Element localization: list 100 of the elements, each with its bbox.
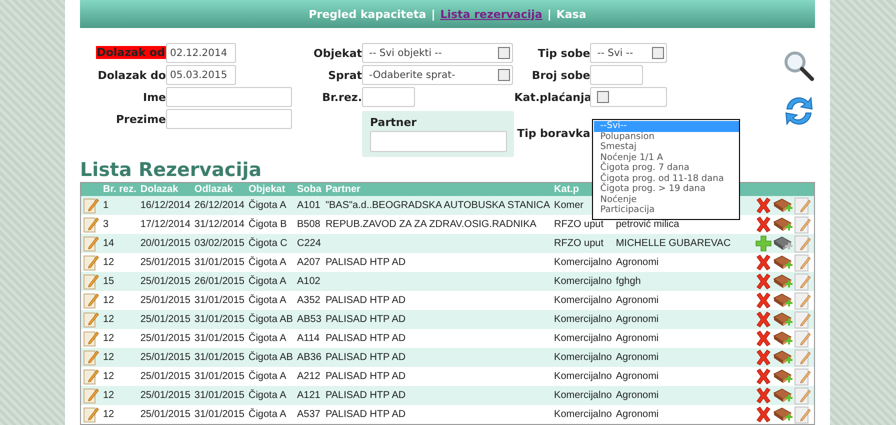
column-header: Soba [294,182,324,196]
table-cell: A101 [296,200,320,211]
edit-note-icon[interactable] [83,254,99,271]
delete-icon[interactable] [755,387,772,404]
table-cell: PALISAD HTP AD [325,352,406,363]
edit-note-icon[interactable] [83,235,99,252]
table-cell: Agronomi [616,371,659,382]
field-label: Tip boravka [516,126,590,140]
table-cell: PALISAD HTP AD [325,371,406,382]
table-cell: 14 [103,238,114,249]
edit-note-icon[interactable] [83,311,99,328]
table-cell: Čigota A [248,333,286,344]
table-cell: 3 [103,219,109,230]
book-add-icon[interactable] [773,330,793,348]
table-cell: REPUB.ZAVOD ZA ZA ZDRAV.OSIG.RADNIKA [325,219,536,230]
table-cell: 12 [103,409,114,420]
input-field[interactable] [590,65,644,85]
nav-link[interactable]: Lista rezervacija [440,8,542,20]
dropdown[interactable]: -- Svi objekti -- [362,43,513,63]
table-cell: Čigota A [248,257,286,268]
input-field[interactable] [166,87,292,107]
book-add-icon[interactable] [773,272,793,290]
table-cell: PALISAD HTP AD [325,390,406,401]
edit-note-icon[interactable] [83,197,99,214]
delete-icon[interactable] [755,349,772,366]
table-cell: AB36 [296,352,322,363]
book-add-icon[interactable] [773,348,793,366]
book-add-icon[interactable] [773,196,793,214]
edit-note-icon[interactable] [83,349,99,366]
book-add-icon[interactable] [773,216,793,234]
book-add-icon[interactable] [773,406,793,424]
edit-note-icon[interactable] [83,216,99,233]
table-cell: 26/01/2015 [194,276,244,287]
delete-icon[interactable] [755,406,772,423]
table-cell: 03/02/2015 [194,238,244,249]
dropdown-option[interactable]: Čigota prog. od 11-18 dana [594,174,740,184]
delete-icon[interactable] [755,368,772,385]
book-add-icon[interactable] [773,368,793,386]
column-header: Partner [323,182,552,196]
edit-note-icon[interactable] [83,292,99,309]
date-field[interactable]: 05.03.2015 [166,65,236,85]
date-field[interactable]: 02.12.2014 [166,43,236,63]
edit-note-icon[interactable] [83,330,99,347]
search-icon[interactable] [783,50,815,82]
book-add-icon[interactable] [773,386,793,404]
edit-note-icon[interactable] [83,387,99,404]
edit-note-icon[interactable] [83,368,99,385]
delete-icon[interactable] [755,273,772,290]
refresh-icon[interactable] [783,94,815,128]
table-cell: Komercijalno [554,333,612,344]
table-cell: A207 [296,257,320,268]
table-cell: Komercijalno [554,390,612,401]
delete-icon[interactable] [755,292,772,309]
edit-note-icon[interactable] [83,273,99,290]
delete-icon[interactable] [755,216,772,233]
book-add-icon[interactable] [773,292,793,310]
field-label: Sprat [327,68,362,82]
table-cell: 12 [103,390,114,401]
table-cell: PALISAD HTP AD [325,333,406,344]
delete-icon[interactable] [755,311,772,328]
table-cell: Čigota A [248,295,286,306]
delete-icon[interactable] [755,254,772,271]
dropdown-option[interactable]: Smestaj [594,142,740,152]
dropdown-option[interactable]: Participacija [594,205,740,216]
dropdown-option[interactable]: Noćenje [594,194,740,205]
table-cell: 25/01/2015 [140,409,190,420]
table-cell: A121 [296,390,320,401]
table-cell: Čigota C [248,238,288,249]
dropdown[interactable] [590,87,668,107]
field-label: Kat.plaćanja [514,90,590,104]
dropdown[interactable]: -Odaberite sprat- [362,65,513,85]
input-field[interactable] [166,109,292,129]
book-add-icon[interactable] [773,310,793,328]
dropdown-option[interactable]: Noćenje 1/1 A [594,152,740,163]
page-heading: Lista Rezervacija [80,159,262,181]
input-field[interactable] [362,87,415,107]
delete-icon[interactable] [755,197,772,214]
table-cell: Agronomi [616,295,659,306]
table-cell: AB53 [296,314,322,325]
table-cell: 31/01/2015 [194,257,244,268]
dropdown-list[interactable]: --Svi-- Polupansion Smestaj Noćenje 1/1 A Čigota prog. 7 dana Čigota prog. od 11-18 dana Čigota prog. > 19 dana Noćenje Participacija [592,119,740,220]
dropdown-option[interactable]: Polupansion [594,132,740,142]
table-cell: 31/01/2015 [194,295,244,306]
table-cell: Agronomi [616,390,659,401]
edit-note-icon[interactable] [83,406,99,423]
dropdown-option[interactable]: Čigota prog. 7 dana [594,163,740,174]
table-cell: 12 [103,295,114,306]
table-cell: 25/01/2015 [140,390,190,401]
book-add-icon[interactable] [773,254,793,272]
dropdown[interactable]: -- Svi -- [590,43,668,63]
book-add-icon[interactable] [773,234,793,252]
table-cell: 31/01/2015 [194,409,244,420]
table-cell: PALISAD HTP AD [325,314,406,325]
table-cell: 25/01/2015 [140,276,190,287]
delete-icon[interactable] [755,330,772,347]
input-field[interactable] [370,131,507,152]
table-cell: 31/01/2015 [194,390,244,401]
table-cell: 26/12/2014 [194,200,244,211]
table-cell: fghgh [616,276,641,287]
table-cell: 25/01/2015 [140,257,190,268]
